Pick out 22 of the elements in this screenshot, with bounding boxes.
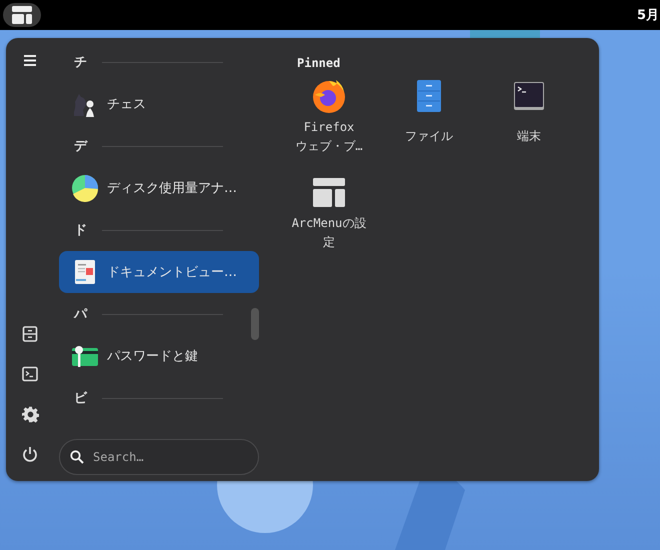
- app-item[interactable]: パスワードと鍵: [59, 335, 259, 377]
- search-field[interactable]: Search…: [59, 439, 259, 475]
- section-letter: ド: [74, 222, 88, 239]
- fox-globe-icon: [311, 78, 347, 114]
- section-letter: デ: [74, 138, 89, 155]
- pinned-app[interactable]: ArcMenuの設定: [279, 174, 379, 260]
- layout-icon: [12, 6, 32, 24]
- scrollbar-thumb[interactable]: [251, 308, 259, 340]
- app-item[interactable]: ドキュメントビュー…: [59, 251, 259, 293]
- pinned-app[interactable]: 端末: [479, 78, 579, 164]
- pie-chart-icon: [71, 174, 99, 202]
- clock: 5月: [636, 7, 659, 24]
- section-title: Pinned: [297, 56, 342, 70]
- app-item[interactable]: チェス: [59, 83, 259, 125]
- pinned-app[interactable]: ファイル: [379, 78, 479, 164]
- pinned-app[interactable]: Firefox ウェブ・ブ…: [279, 78, 379, 164]
- search-icon: [70, 450, 84, 464]
- section-letter: チ: [74, 54, 88, 71]
- section-letter: パ: [74, 306, 88, 323]
- menu-button[interactable]: [3, 3, 41, 27]
- app-item[interactable]: ディスク使用量アナ…: [59, 167, 259, 209]
- section-letter: ビ: [74, 390, 88, 407]
